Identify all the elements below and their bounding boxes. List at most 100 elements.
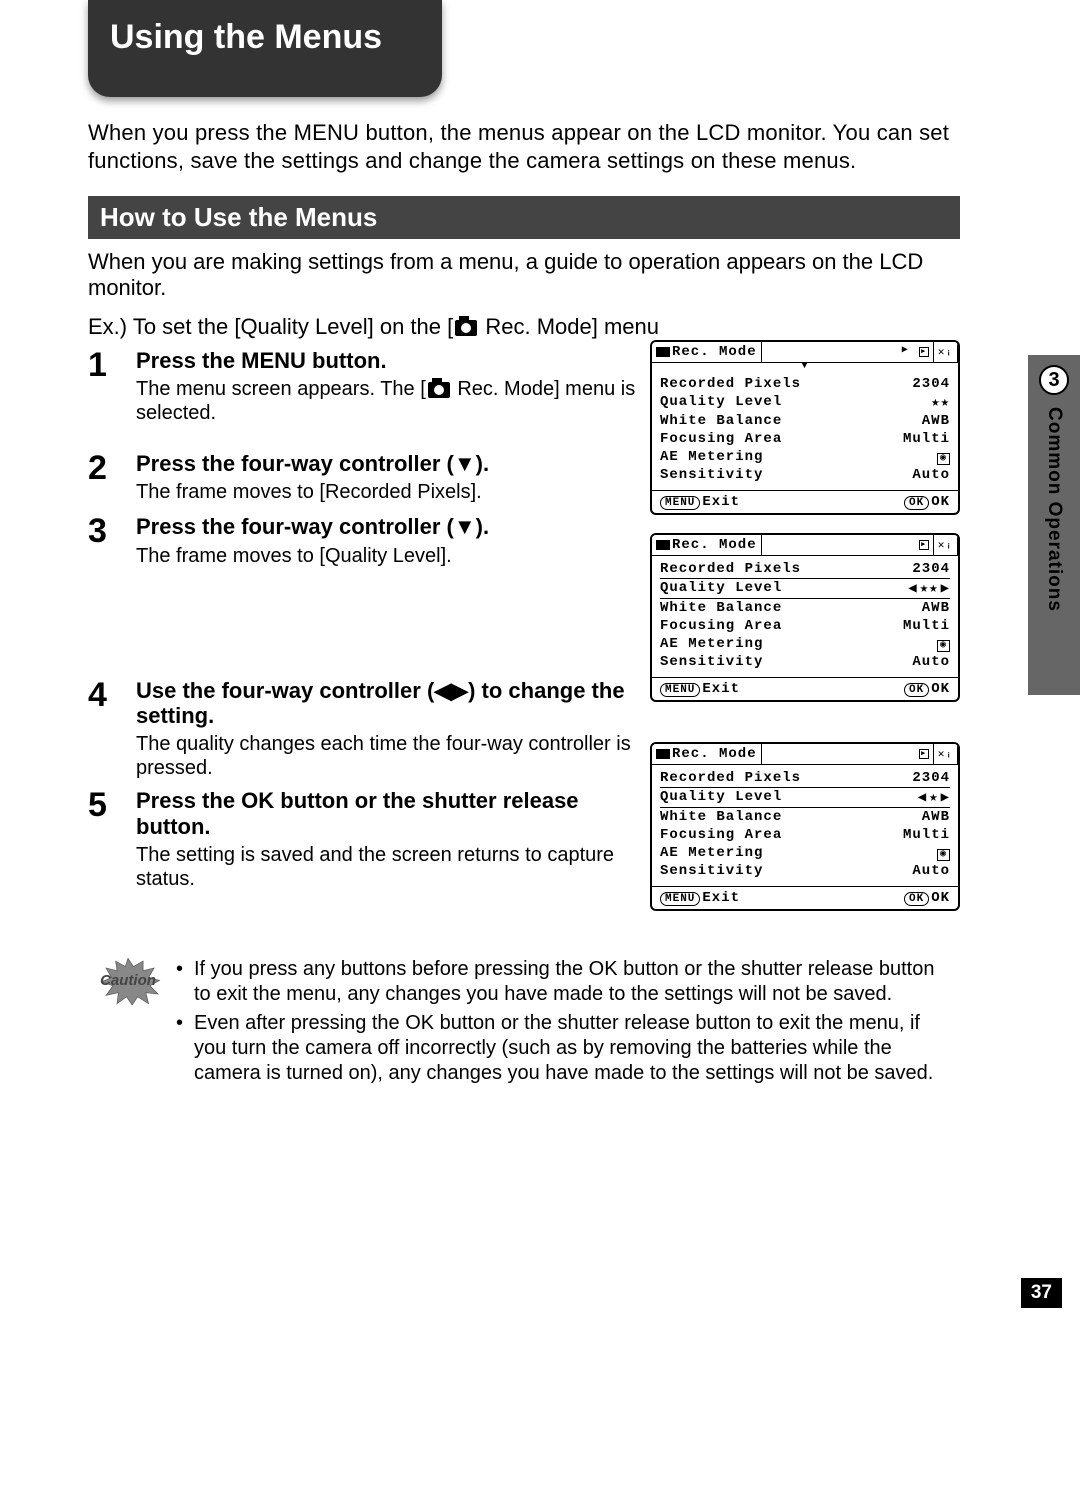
footer-exit-label: Exit [702,681,740,697]
menu-row-ae-metering: AE Metering◉ [660,635,950,653]
menu-rows: Recorded Pixels2304 Quality Level◀★★▶ Wh… [652,556,958,677]
menu-tabs: Rec. Mode ✕ᵢ [652,535,958,556]
menu-row-recorded-pixels: Recorded Pixels2304 [660,375,950,393]
tab-rec-mode: Rec. Mode [652,535,762,555]
chapter-number-badge: 3 [1039,365,1069,395]
caution-item-1: If you press any buttons before pressing… [176,957,956,1007]
menu-row-ae-metering: AE Metering◉ [660,448,950,466]
step-1: 1 Press the MENU button. The menu screen… [88,348,650,425]
content-area: Using the Menus When you press the MENU … [0,0,1080,1090]
step-3: 3 Press the four-way controller (▼). The… [88,514,650,567]
menu-row-focusing-area: Focusing AreaMulti [660,430,950,448]
play-icon [919,347,929,357]
step-desc-prefix: The menu screen appears. The [ [136,378,426,400]
caution-block: Caution If you press any buttons before … [88,957,960,1090]
metering-icon: ◉ [937,849,950,861]
step-number: 1 [88,348,136,382]
menu-row-ae-metering: AE Metering◉ [660,844,950,862]
page-title: Using the Menus [88,0,442,97]
menu-row-white-balance: White BalanceAWB [660,808,950,826]
menu-tabs: Rec. Mode ▶ ✕ᵢ [652,342,958,363]
tab-label: Rec. Mode [672,537,757,553]
intro-paragraph: When you press the MENU button, the menu… [88,119,960,174]
camera-icon [455,320,477,336]
step-number: 5 [88,788,136,822]
spacer [903,535,915,555]
metering-icon: ◉ [937,640,950,652]
chapter-name: Common Operations [1043,407,1065,612]
footer-ok-label: OK [931,890,950,906]
menu-row-focusing-area: Focusing AreaMulti [660,617,950,635]
menu-row-recorded-pixels: Recorded Pixels2304 [660,560,950,578]
tab-setup: ✕ᵢ [934,744,958,764]
menu-row-recorded-pixels: Recorded Pixels2304 [660,769,950,787]
menu-footer: MENUExit OKOK [652,490,958,513]
caution-item-2: Even after pressing the OK button or the… [176,1011,956,1086]
footer-ok-label: OK [931,681,950,697]
menu-button-chip: MENU [660,683,700,697]
caution-label: Caution [100,972,156,989]
menu-tabs: Rec. Mode ✕ᵢ [652,744,958,765]
right-arrow-icon: ▶ [941,580,950,597]
tab-label: Rec. Mode [672,746,757,762]
nav-arrow-icon: ▶ [896,342,915,362]
step-4: 4 Use the four-way controller (◀▶) to ch… [88,678,650,781]
camera-icon [656,749,670,759]
step-number: 2 [88,451,136,485]
ok-button-chip: OK [904,683,929,697]
step-title: Press the four-way controller (▼). [136,451,650,476]
step-title: Press the MENU button. [136,348,650,373]
example-prefix: Ex.) To set the [Quality Level] on the [ [88,314,453,339]
menu-rows: Recorded Pixels2304 Quality Level★★ Whit… [652,371,958,490]
metering-icon: ◉ [937,453,950,465]
menu-row-quality-level: Quality Level★★ [660,393,950,412]
steps-layout: 1 Press the MENU button. The menu screen… [88,340,960,929]
menu-row-quality-level-selected: Quality Level◀★▶ [660,787,950,808]
menu-button-chip: MENU [660,892,700,906]
step-desc: The menu screen appears. The [ Rec. Mode… [136,377,650,425]
ok-button-chip: OK [904,496,929,510]
footer-exit-label: Exit [702,494,740,510]
menu-screenshots-column: Rec. Mode ▶ ✕ᵢ ▼ Recorded Pixels2304 Qua… [650,340,960,929]
menu-row-white-balance: White BalanceAWB [660,412,950,430]
menu-row-quality-level-selected: Quality Level◀★★▶ [660,578,950,599]
section-heading: How to Use the Menus [88,196,960,239]
tab-playback [915,744,934,764]
menu-screen-1: Rec. Mode ▶ ✕ᵢ ▼ Recorded Pixels2304 Qua… [650,340,960,515]
menu-row-sensitivity: SensitivityAuto [660,653,950,671]
camera-icon [656,347,670,357]
menu-row-sensitivity: SensitivityAuto [660,466,950,484]
step-desc: The frame moves to [Quality Level]. [136,544,650,568]
step-desc: The setting is saved and the screen retu… [136,843,650,891]
tab-rec-mode: Rec. Mode [652,744,762,764]
tab-playback [915,342,934,362]
step-desc: The quality changes each time the four-w… [136,732,650,780]
footer-exit-label: Exit [702,890,740,906]
step-number: 4 [88,678,136,712]
menu-row-focusing-area: Focusing AreaMulti [660,826,950,844]
section-intro: When you are making settings from a menu… [88,249,960,302]
menu-button-chip: MENU [660,496,700,510]
steps-column: 1 Press the MENU button. The menu screen… [88,340,650,891]
menu-footer: MENUExit OKOK [652,886,958,909]
down-indicator-icon: ▼ [652,363,958,371]
camera-icon [656,540,670,550]
example-suffix: Rec. Mode] menu [479,314,659,339]
footer-ok-label: OK [931,494,950,510]
step-title: Use the four-way controller (◀▶) to chan… [136,678,650,729]
spacer [903,744,915,764]
tab-rec-mode: Rec. Mode [652,342,762,362]
tab-setup: ✕ᵢ [934,535,958,555]
menu-row-sensitivity: SensitivityAuto [660,862,950,880]
caution-badge: Caution [92,957,164,1005]
camera-icon [428,382,450,398]
left-arrow-icon: ◀ [908,580,917,597]
play-icon [919,540,929,550]
tool-icon: ✕ᵢ [938,747,953,761]
tab-playback [915,535,934,555]
page-number: 37 [1021,1278,1062,1308]
menu-row-white-balance: White BalanceAWB [660,599,950,617]
caution-list: If you press any buttons before pressing… [176,957,956,1090]
manual-page: Using the Menus When you press the MENU … [0,0,1080,1486]
tab-label: Rec. Mode [672,344,757,360]
